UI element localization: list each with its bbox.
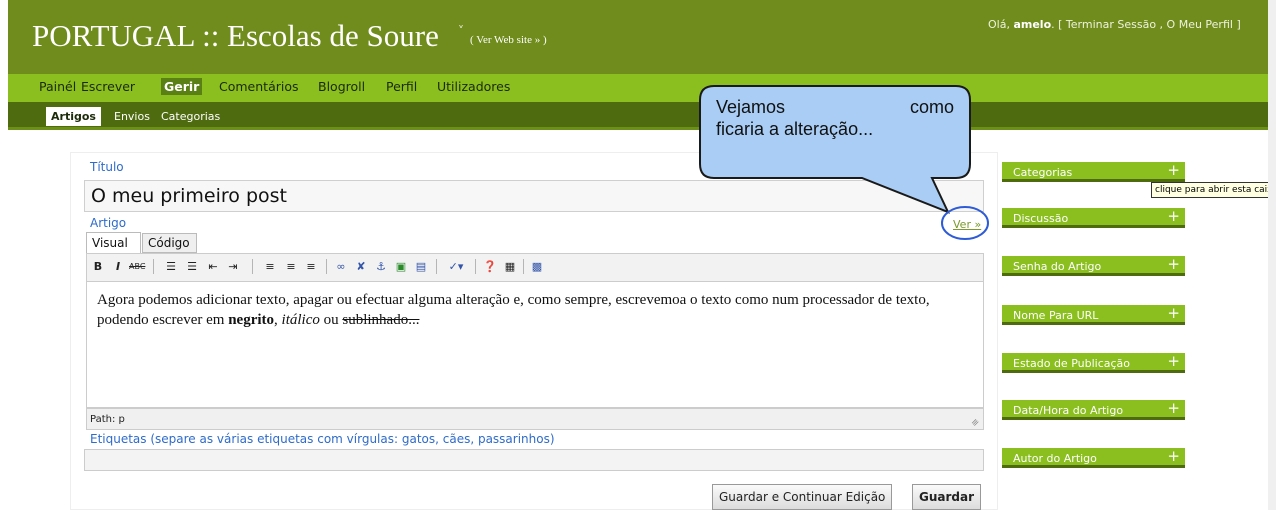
callout-text: Vejamos como ficaria a alteração... xyxy=(716,96,954,140)
fullscreen-icon[interactable]: ▩ xyxy=(529,258,545,276)
toolbar-separator xyxy=(326,259,327,274)
or-text: ou xyxy=(319,312,343,328)
plus-icon[interactable]: + xyxy=(1167,161,1180,179)
sidebar-data-hora[interactable]: Data/Hora do Artigo + xyxy=(1002,399,1185,420)
toolbar-separator xyxy=(436,259,437,274)
subnav-envios[interactable]: Envios xyxy=(110,108,154,125)
toolbar-separator xyxy=(153,259,154,274)
indent-icon[interactable]: ⇥ xyxy=(225,258,241,276)
sidebar-label: Senha do Artigo xyxy=(1013,260,1102,273)
sidebar-senha[interactable]: Senha do Artigo + xyxy=(1002,255,1185,276)
bullet-list-icon[interactable]: ☰ xyxy=(163,258,179,276)
plus-icon[interactable]: + xyxy=(1167,399,1180,417)
nav-perfil[interactable]: Perfil xyxy=(383,78,420,95)
username: amelo xyxy=(1013,18,1052,31)
italic-icon[interactable]: I xyxy=(110,258,126,276)
sidebar-label: Nome Para URL xyxy=(1013,309,1099,322)
spellcheck-icon[interactable]: ✓▾ xyxy=(443,258,469,276)
greeting: Olá, xyxy=(988,18,1014,31)
outdent-icon[interactable]: ⇤ xyxy=(205,258,221,276)
toolbar-toggle-icon[interactable]: ▦ xyxy=(502,258,518,276)
tab-visual[interactable]: Visual xyxy=(86,232,141,253)
sidebar-discussao[interactable]: Discussão + xyxy=(1002,207,1185,228)
plus-icon[interactable]: + xyxy=(1167,304,1180,322)
view-site-link[interactable]: ( Ver Web site » ) xyxy=(470,34,547,46)
plus-icon[interactable]: + xyxy=(1167,352,1180,370)
sidebar-categorias[interactable]: Categorias + xyxy=(1002,161,1185,182)
tooltip: clique para abrir esta caixa xyxy=(1151,182,1271,198)
sidebar-label: Autor do Artigo xyxy=(1013,452,1097,465)
site-title: PORTUGAL :: Escolas de Soure xyxy=(32,18,439,53)
nav-gerir[interactable]: Gerir xyxy=(161,78,203,95)
italic-text: itálico xyxy=(281,312,320,328)
anchor-icon[interactable]: ⚓ xyxy=(373,258,389,276)
bold-icon[interactable]: B xyxy=(90,258,106,276)
unlink-icon[interactable]: ✘ xyxy=(353,258,369,276)
callout-word-2: como xyxy=(909,97,954,117)
align-right-icon[interactable]: ≡ xyxy=(303,258,319,276)
nav-comentarios[interactable]: Comentários xyxy=(216,78,302,95)
save-button[interactable]: Guardar xyxy=(912,484,982,510)
nav-painel[interactable]: Painél xyxy=(36,78,79,95)
path-bar: Path: p xyxy=(86,408,984,430)
strikethrough-icon[interactable]: ABC xyxy=(129,258,145,276)
sidebar-nome-url[interactable]: Nome Para URL + xyxy=(1002,304,1185,325)
article-label: Artigo xyxy=(90,216,127,230)
align-center-icon[interactable]: ≡ xyxy=(283,258,299,276)
save-continue-button[interactable]: Guardar e Continuar Edição xyxy=(712,484,893,510)
nav-escrever[interactable]: Escrever xyxy=(78,78,138,95)
tags-label: Etiquetas (separe as várias etiquetas co… xyxy=(90,432,555,446)
image-icon[interactable]: ▣ xyxy=(393,258,409,276)
callout-word-1: Vejamos xyxy=(716,97,786,117)
help-icon[interactable]: ❓ xyxy=(482,258,498,276)
sidebar-autor[interactable]: Autor do Artigo + xyxy=(1002,447,1185,468)
toolbar-separator xyxy=(252,259,253,274)
sidebar-label: Categorias xyxy=(1013,166,1073,179)
nav-utilizadores[interactable]: Utilizadores xyxy=(434,78,513,95)
subnav-artigos[interactable]: Artigos xyxy=(46,107,101,126)
body-text: Agora podemos adicionar texto, apagar ou… xyxy=(97,292,930,328)
link-icon[interactable]: ∞ xyxy=(333,258,349,276)
sidebar-estado[interactable]: Estado de Publicação + xyxy=(1002,352,1185,373)
scrollbar[interactable] xyxy=(1268,0,1276,510)
sidebar-label: Estado de Publicação xyxy=(1013,357,1131,370)
toolbar-separator xyxy=(523,259,524,274)
strike-text: sublinhado... xyxy=(342,312,420,328)
subnav-categorias[interactable]: Categorias xyxy=(157,108,224,125)
sidebar-label: Discussão xyxy=(1013,212,1069,225)
nav-blogroll[interactable]: Blogroll xyxy=(315,78,368,95)
toolbar-separator xyxy=(475,259,476,274)
user-area: Olá, amelo. [ Terminar Sessão , O Meu Pe… xyxy=(988,18,1241,31)
align-left-icon[interactable]: ≡ xyxy=(262,258,278,276)
numbered-list-icon[interactable]: ☰ xyxy=(184,258,200,276)
sidebar-label: Data/Hora do Artigo xyxy=(1013,404,1124,417)
tab-code[interactable]: Código xyxy=(142,233,197,253)
callout-line-2: ficaria a alteração... xyxy=(716,119,874,139)
plus-icon[interactable]: + xyxy=(1167,255,1180,273)
plus-icon[interactable]: + xyxy=(1167,447,1180,465)
bold-text: negrito xyxy=(228,312,275,328)
tags-input[interactable] xyxy=(84,449,984,471)
title-label: Título xyxy=(90,160,124,174)
user-links[interactable]: . [ Terminar Sessão , O Meu Perfil ] xyxy=(1051,18,1241,31)
comma-text: , xyxy=(274,312,282,328)
chevron-down-icon[interactable]: ˅ xyxy=(458,24,464,38)
editor-body[interactable]: Agora podemos adicionar texto, apagar ou… xyxy=(86,282,984,408)
plus-icon[interactable]: + xyxy=(1167,207,1180,225)
more-break-icon[interactable]: ▤ xyxy=(413,258,429,276)
